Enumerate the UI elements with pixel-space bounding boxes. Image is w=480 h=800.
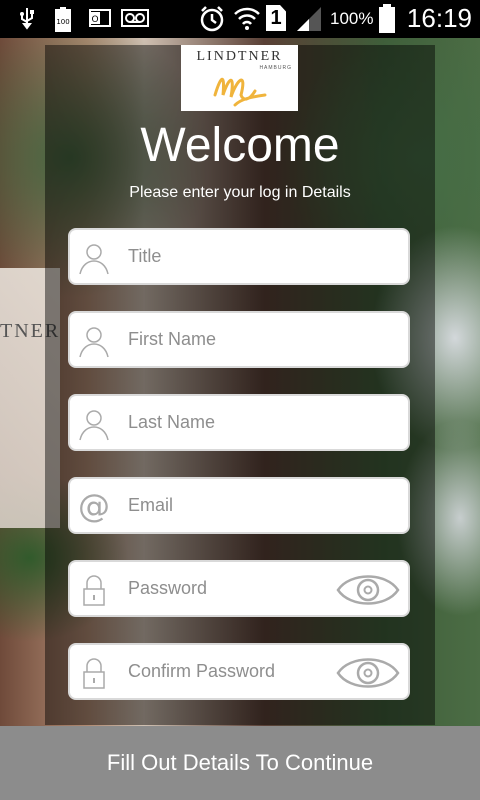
at-sign-icon: @: [78, 489, 110, 525]
logo-signature-mark: [213, 77, 267, 107]
status-bar: 100 O 1 100% 16:19: [0, 0, 480, 38]
usb-icon: [20, 8, 34, 30]
continue-button[interactable]: Fill Out Details To Continue: [0, 726, 480, 800]
user-icon: [79, 410, 109, 441]
svg-text:O: O: [91, 15, 98, 25]
battery-100-icon: 100: [55, 7, 71, 32]
first-name-input[interactable]: [128, 313, 368, 366]
alarm-icon: [200, 6, 224, 32]
hotel-logo: LINDTNER HAMBURG: [181, 45, 298, 111]
lock-icon: [83, 575, 105, 606]
signal-icon: [297, 7, 321, 31]
title-field[interactable]: [68, 228, 410, 285]
confirm-password-field[interactable]: [68, 643, 410, 700]
user-icon: [79, 327, 109, 358]
email-field[interactable]: @: [68, 477, 410, 534]
battery-icon: [379, 4, 395, 33]
wifi-icon: [234, 7, 260, 30]
title-input[interactable]: [128, 230, 368, 283]
voicemail-icon: [121, 9, 149, 27]
svg-text:100: 100: [56, 18, 69, 26]
password-field[interactable]: [68, 560, 410, 617]
lock-icon: [83, 658, 105, 689]
email-input[interactable]: [128, 479, 368, 532]
clock: 16:19: [406, 3, 472, 33]
user-icon: [79, 244, 109, 275]
first-name-field[interactable]: [68, 311, 410, 368]
sim-icon: 1: [266, 5, 286, 31]
page-title: Welcome: [140, 119, 340, 172]
outlook-icon: O: [89, 9, 111, 27]
last-name-input[interactable]: [128, 396, 368, 449]
battery-percent: 100%: [330, 9, 374, 28]
show-password-icon[interactable]: [336, 570, 400, 610]
last-name-field[interactable]: [68, 394, 410, 451]
sim-number: 1: [270, 7, 282, 29]
svg-text:@: @: [78, 489, 110, 525]
logo-name: LINDTNER: [196, 49, 283, 64]
password-input[interactable]: [128, 562, 368, 615]
confirm-password-input[interactable]: [128, 645, 368, 698]
page-subtitle: Please enter your log in Details: [129, 184, 351, 201]
show-confirm-password-icon[interactable]: [336, 653, 400, 693]
